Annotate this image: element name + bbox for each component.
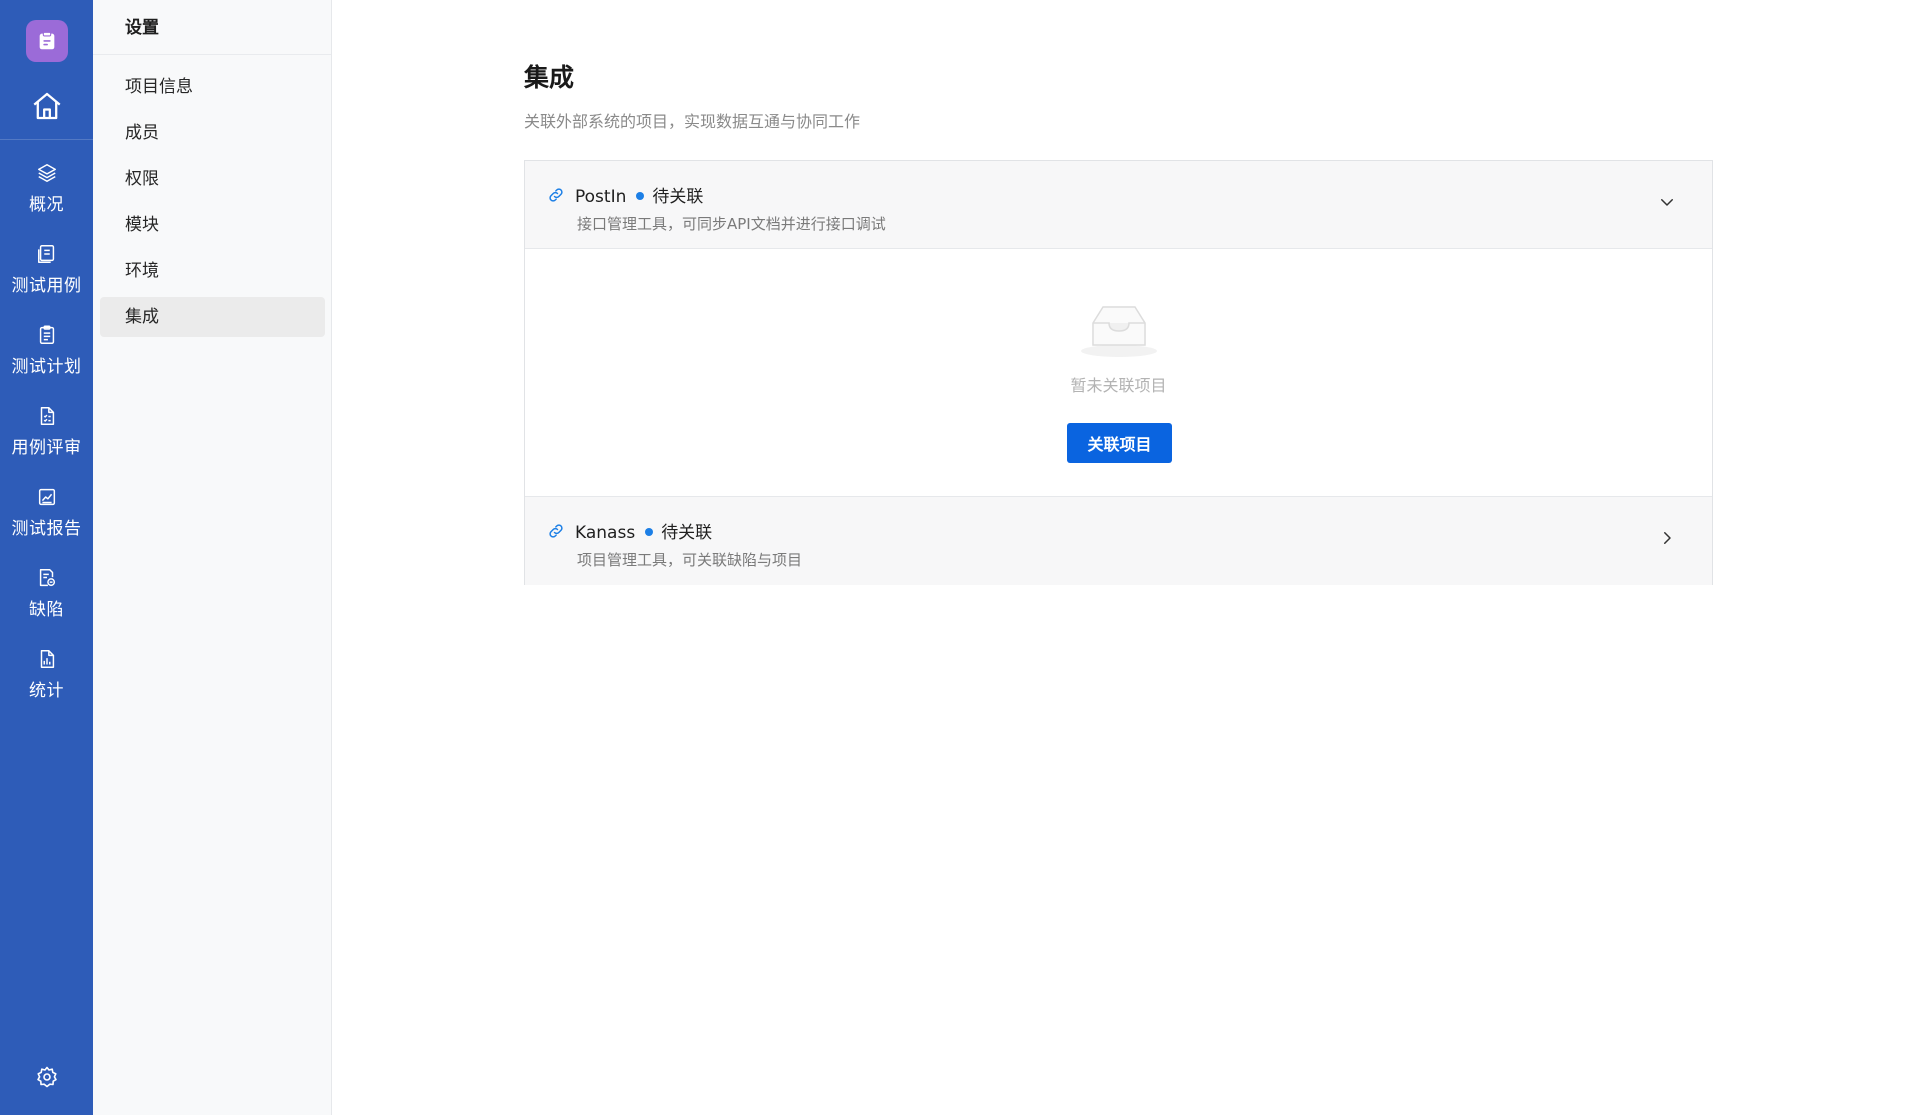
link-project-button[interactable]: 关联项目 xyxy=(1067,423,1172,463)
nav-defects-label: 缺陷 xyxy=(29,600,64,620)
integration-header-kanass[interactable]: Kanass 待关联 项目管理工具，可关联缺陷与项目 xyxy=(525,497,1712,585)
main-content: 集成 关联外部系统的项目，实现数据互通与协同工作 PostIn 待关联 接口管理工… xyxy=(332,0,1905,1115)
empty-inbox-icon xyxy=(1081,306,1157,357)
layers-icon xyxy=(37,164,56,182)
settings-sidebar: 设置 项目信息 成员 权限 模块 环境 集成 xyxy=(93,0,332,1115)
status-dot xyxy=(645,528,654,536)
integration-name: Kanass xyxy=(575,523,636,543)
home-button[interactable] xyxy=(0,80,93,140)
settings-menu: 项目信息 成员 权限 模块 环境 集成 xyxy=(93,55,331,337)
integration-name: PostIn xyxy=(575,187,627,207)
bug-file-icon xyxy=(39,569,55,587)
nav-case-review[interactable]: 用例评审 xyxy=(0,391,93,472)
sidebar-item-integration[interactable]: 集成 xyxy=(100,297,325,337)
sidebar-item-permissions[interactable]: 权限 xyxy=(100,159,325,199)
integration-body-postin: 暂未关联项目 关联项目 xyxy=(525,249,1712,497)
empty-state-text: 暂未关联项目 xyxy=(1070,376,1167,395)
settings-button[interactable] xyxy=(0,1057,93,1097)
chevron-down-icon[interactable] xyxy=(1658,193,1676,211)
integration-status: 待关联 xyxy=(652,187,704,207)
link-icon xyxy=(549,188,563,202)
sidebar-item-environment[interactable]: 环境 xyxy=(100,251,325,291)
sidebar-item-modules[interactable]: 模块 xyxy=(100,205,325,245)
integration-status: 待关联 xyxy=(661,523,713,543)
app-logo[interactable] xyxy=(25,20,68,62)
nav-test-cases-label: 测试用例 xyxy=(11,276,82,296)
integration-subtitle: 接口管理工具，可同步API文档并进行接口调试 xyxy=(577,215,886,233)
clipboard-icon xyxy=(39,31,54,50)
nav-statistics[interactable]: 统计 xyxy=(0,634,93,715)
link-icon xyxy=(549,524,563,538)
nav-case-review-label: 用例评审 xyxy=(11,438,82,458)
nav-overview[interactable]: 概况 xyxy=(0,148,93,229)
page-description: 关联外部系统的项目，实现数据互通与协同工作 xyxy=(524,112,861,131)
nav-test-report-label: 测试报告 xyxy=(11,519,82,539)
document-list-icon xyxy=(37,245,54,263)
sidebar-item-members[interactable]: 成员 xyxy=(100,113,325,153)
nav-test-plan-label: 测试计划 xyxy=(11,357,82,377)
page-title: 集成 xyxy=(524,63,575,92)
status-dot xyxy=(636,192,645,200)
home-icon xyxy=(33,92,60,119)
integration-subtitle: 项目管理工具，可关联缺陷与项目 xyxy=(577,551,803,569)
sidebar-title: 设置 xyxy=(93,0,331,55)
nav-statistics-label: 统计 xyxy=(29,681,64,701)
nav-defects[interactable]: 缺陷 xyxy=(0,553,93,634)
integration-list: PostIn 待关联 接口管理工具，可同步API文档并进行接口调试 暂未关联项目 … xyxy=(524,160,1713,585)
sidebar-item-project-info[interactable]: 项目信息 xyxy=(100,67,325,107)
nav-overview-label: 概况 xyxy=(29,195,64,215)
file-check-icon xyxy=(40,407,54,425)
clipboard-list-icon xyxy=(39,325,54,344)
app-nav-rail: 概况 测试用例 测试计划 用例评审 测试报告 缺陷 统计 xyxy=(0,0,93,1115)
gear-icon xyxy=(36,1066,57,1088)
integration-header-postin[interactable]: PostIn 待关联 接口管理工具，可同步API文档并进行接口调试 xyxy=(525,161,1712,249)
nav-test-report[interactable]: 测试报告 xyxy=(0,472,93,553)
nav-test-plan[interactable]: 测试计划 xyxy=(0,310,93,391)
nav-test-cases[interactable]: 测试用例 xyxy=(0,229,93,310)
chart-line-icon xyxy=(38,488,55,506)
bar-chart-icon xyxy=(40,650,54,668)
chevron-right-icon[interactable] xyxy=(1658,529,1676,547)
